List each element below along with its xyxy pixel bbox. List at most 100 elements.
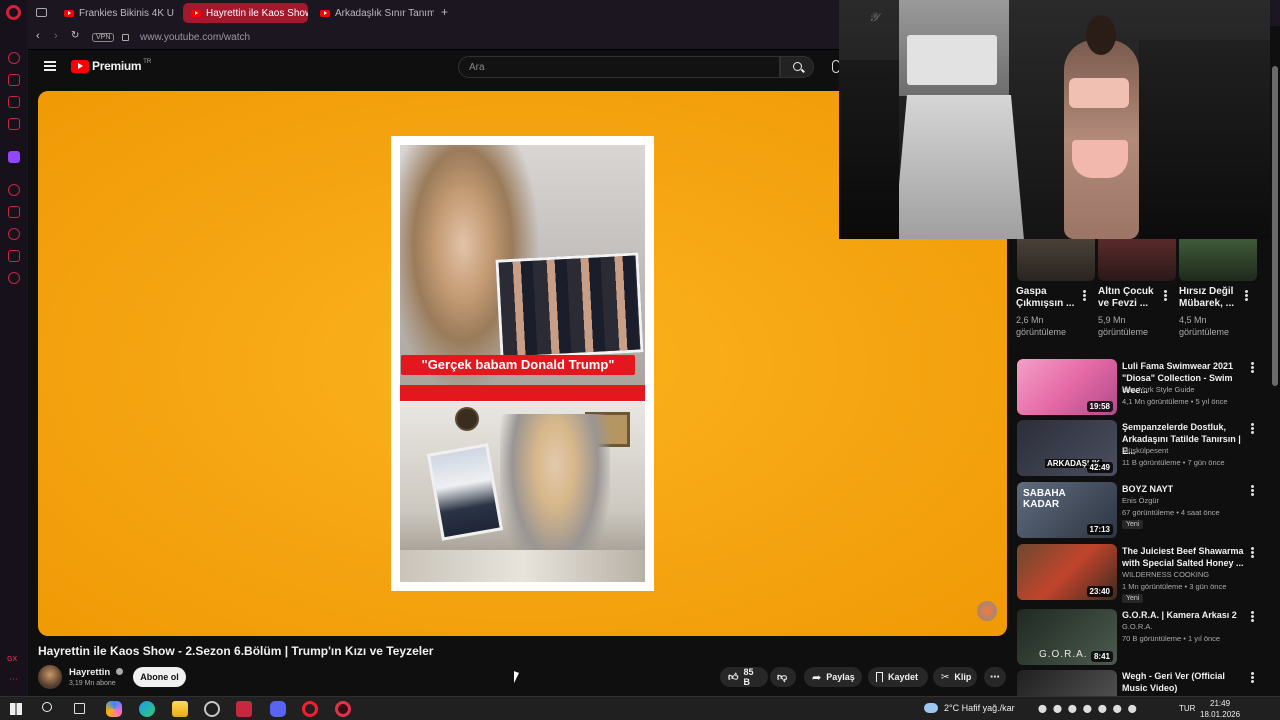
duration-badge: 23:40 — [1086, 586, 1113, 597]
forward-icon[interactable]: › — [54, 30, 58, 42]
search-icon[interactable] — [42, 702, 52, 712]
sidebar-refresh-icon[interactable] — [8, 52, 20, 64]
voicemod-icon[interactable] — [236, 701, 252, 717]
scrollbar-thumb[interactable] — [1272, 66, 1278, 386]
opera-logo-icon[interactable] — [6, 5, 21, 20]
short-thumbnail[interactable] — [1098, 239, 1176, 281]
channel-watermark-icon[interactable] — [977, 601, 997, 621]
tray-icons[interactable]: ⬤⬤⬤⬤⬤⬤⬤ — [1038, 704, 1143, 713]
vpn-badge[interactable]: VPN — [92, 33, 115, 42]
opera-gx-icon[interactable] — [335, 701, 351, 717]
tab-frankies[interactable]: Frankies Bikinis 4K UHD S — [56, 3, 174, 23]
task-view-icon[interactable] — [74, 703, 85, 714]
youtube-logo[interactable]: Premium TR — [71, 59, 151, 73]
app-gauge-icon[interactable] — [204, 701, 220, 717]
video-thumbnail[interactable]: G.O.R.A. 8:41 — [1017, 609, 1117, 665]
discord-icon[interactable] — [270, 701, 286, 717]
search-input[interactable]: Ara — [458, 56, 780, 78]
share-button[interactable]: ➦ Paylaş — [804, 667, 862, 687]
short-thumbnail[interactable] — [1017, 239, 1095, 281]
video-meta: 11 B görüntüleme • 7 gün önce — [1122, 458, 1225, 467]
twitch-icon[interactable] — [8, 151, 20, 163]
page-scrollbar[interactable] — [1270, 26, 1280, 696]
short-title[interactable]: Gaspa Çıkmışsın ... — [1016, 286, 1078, 310]
more-icon[interactable] — [1251, 547, 1254, 558]
video-thumbnail[interactable] — [1017, 670, 1117, 696]
more-icon[interactable] — [1251, 611, 1254, 622]
more-icon[interactable] — [1251, 423, 1254, 434]
video-thumbnail[interactable]: 23:40 — [1017, 544, 1117, 600]
model-head — [1086, 15, 1116, 55]
gx-icon[interactable]: GX — [7, 656, 17, 663]
taskbar: 2°C Hafif yağ./kar ⬤⬤⬤⬤⬤⬤⬤ TUR 21:49 18.… — [0, 696, 1280, 720]
more-icon[interactable] — [1251, 362, 1254, 373]
sidebar-more-icon[interactable]: ⋯ — [9, 674, 18, 685]
short-views: 2,6 Mn görüntüleme — [1016, 315, 1067, 337]
workspace-icon[interactable] — [36, 8, 47, 17]
clock[interactable]: 21:49 18.01.2026 — [1200, 698, 1240, 720]
bookmark-icon — [876, 672, 883, 682]
video-thumbnail[interactable]: ARKADAŞLIK 42:49 — [1017, 420, 1117, 476]
video-title[interactable]: The Juiciest Beef Shawarma with Special … — [1122, 545, 1244, 569]
channel-name[interactable]: New York Style Guide — [1122, 385, 1195, 394]
sidebar-settings-icon[interactable] — [8, 272, 20, 284]
channel-name[interactable]: Enis Özgür — [1122, 496, 1159, 505]
short-title[interactable]: Hırsız Değil Mübarek, ... — [1179, 286, 1245, 310]
sidebar-chat-icon[interactable] — [8, 118, 20, 130]
new-tab-button[interactable]: + — [441, 5, 448, 19]
channel-name[interactable]: G.O.R.A. — [1122, 622, 1152, 631]
menu-icon[interactable] — [44, 61, 56, 71]
sidebar-wallet-icon[interactable] — [8, 96, 20, 108]
search-button[interactable] — [780, 56, 814, 78]
file-explorer-icon[interactable] — [172, 701, 188, 717]
mini-player[interactable]: 𝓨 — [839, 0, 1270, 239]
video-meta: 4,1 Mn görüntüleme • 5 yıl önce — [1122, 397, 1228, 406]
tab-label: Arkadaşlık Sınır Tanımaz M — [335, 7, 434, 19]
short-title[interactable]: Altın Çocuk ve Fevzi ... — [1098, 286, 1160, 310]
short-thumbnail[interactable] — [1179, 239, 1257, 281]
short-views: 4,5 Mn görüntüleme — [1179, 315, 1230, 337]
like-button[interactable]: 👍︎ 85 B — [720, 667, 768, 687]
sidebar-bag-icon[interactable] — [8, 74, 20, 86]
subscribe-button[interactable]: Abone ol — [133, 667, 186, 687]
tab-kaos-show[interactable]: Hayrettin ile Kaos Show — [183, 3, 308, 23]
video-title[interactable]: G.O.R.A. | Kamera Arkası 2 — [1122, 609, 1244, 621]
weather-icon[interactable] — [924, 703, 938, 713]
video-title[interactable]: BOYZ NAYT — [1122, 483, 1244, 495]
url-field[interactable]: www.youtube.com/watch — [140, 32, 250, 43]
windows-start-icon[interactable] — [10, 703, 22, 715]
save-button[interactable]: Kaydet — [868, 667, 928, 687]
sidebar-player-icon[interactable] — [8, 184, 20, 196]
video-thumbnail[interactable]: SABAHA KADAR 17:13 — [1017, 482, 1117, 538]
video-title[interactable]: Wegh - Geri Ver (Official Music Video) — [1122, 670, 1244, 694]
copilot-icon[interactable] — [106, 701, 122, 717]
tab-arkadaslik[interactable]: Arkadaşlık Sınır Tanımaz M — [312, 3, 434, 23]
channel-name[interactable]: Müşkülpesent — [1122, 446, 1168, 455]
opera-icon[interactable] — [302, 701, 318, 717]
clip-button[interactable]: ✂ Klip — [933, 667, 977, 687]
video-caption: "Gerçek babam Donald Trump" — [401, 355, 635, 375]
more-icon[interactable] — [1251, 485, 1254, 496]
more-icon[interactable] — [1083, 290, 1086, 301]
sidebar-extensions-icon[interactable] — [8, 250, 20, 262]
dislike-button[interactable]: 👎︎ — [770, 667, 796, 687]
subscriber-count: 3,19 Mn abone — [69, 680, 116, 687]
reload-icon[interactable]: ↻ — [71, 30, 79, 41]
sidebar-pin-icon[interactable] — [8, 206, 20, 218]
share-label: Paylaş — [826, 672, 855, 682]
back-icon[interactable]: ‹ — [36, 30, 40, 42]
language-indicator[interactable]: TUR — [1179, 704, 1195, 713]
channel-name[interactable]: WILDERNESS COOKING — [1122, 570, 1209, 579]
channel-avatar[interactable] — [38, 665, 62, 689]
opera-sidebar: GX ⋯ — [0, 0, 28, 696]
duration-badge: 8:41 — [1090, 651, 1113, 662]
more-icon[interactable] — [1251, 672, 1254, 683]
edge-icon[interactable] — [139, 701, 155, 717]
channel-name[interactable]: Hayrettin — [69, 667, 123, 678]
more-actions-button[interactable]: ⋯ — [984, 667, 1006, 687]
more-icon[interactable] — [1245, 290, 1248, 301]
sidebar-history-icon[interactable] — [8, 228, 20, 240]
more-icon[interactable] — [1164, 290, 1167, 301]
video-thumbnail[interactable]: 19:58 — [1017, 359, 1117, 415]
weather-text[interactable]: 2°C Hafif yağ./kar — [944, 703, 1015, 713]
